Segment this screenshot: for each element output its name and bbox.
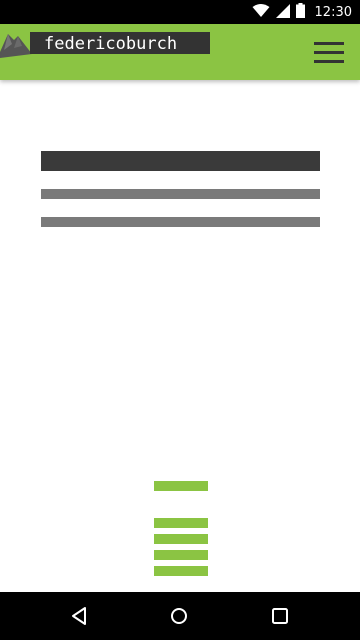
title-placeholder	[41, 151, 320, 171]
recents-icon[interactable]	[268, 604, 292, 628]
green-bar	[154, 550, 208, 560]
green-bar	[154, 518, 208, 528]
green-bar	[154, 481, 208, 491]
green-bar	[154, 566, 208, 576]
app-screen: 12:30 federicoburch	[0, 0, 360, 640]
logo-text: federicoburch	[44, 34, 178, 54]
hamburger-menu-icon[interactable]	[314, 40, 346, 66]
signal-icon	[275, 3, 290, 22]
app-header: federicoburch	[0, 24, 360, 80]
system-nav-bar	[0, 592, 360, 640]
home-icon[interactable]	[167, 604, 191, 628]
back-icon[interactable]	[67, 604, 91, 628]
green-bar	[154, 534, 208, 544]
status-icons: 12:30	[252, 0, 352, 24]
site-logo[interactable]: federicoburch	[0, 30, 212, 58]
wifi-icon	[252, 3, 270, 22]
text-line-placeholder	[41, 217, 320, 227]
status-bar: 12:30	[0, 0, 360, 24]
battery-icon	[295, 2, 305, 22]
status-time: 12:30	[314, 4, 352, 20]
text-line-placeholder	[41, 189, 320, 199]
